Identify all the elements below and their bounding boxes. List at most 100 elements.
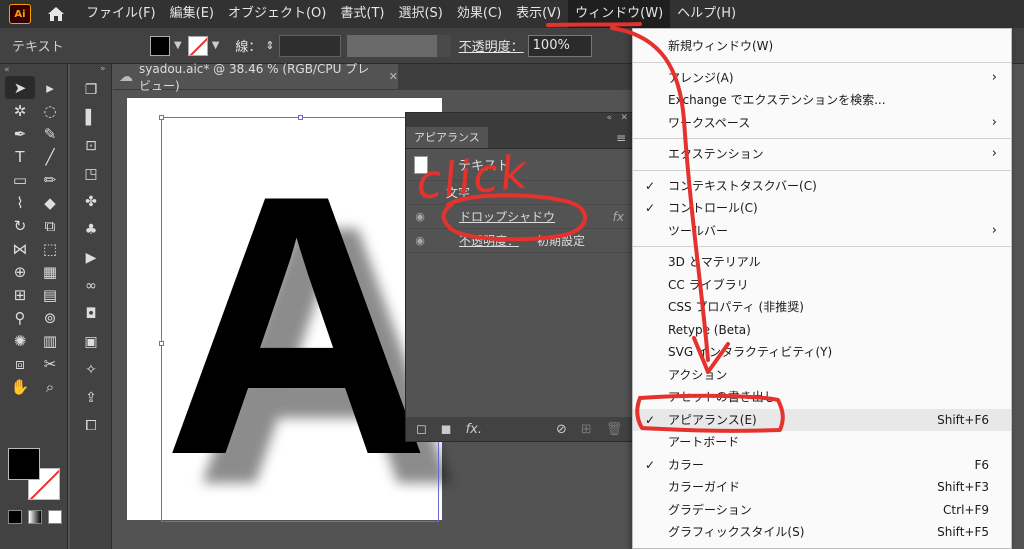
brush-field[interactable] [436,34,451,57]
opacity-input[interactable]: 100% [527,34,592,57]
stroke-weight-field[interactable] [278,34,341,57]
play-icon[interactable]: ▶ [70,244,112,272]
delete-item-icon[interactable]: 🗑 [606,422,623,437]
stroke-swatch[interactable] [187,35,208,56]
opacity-label[interactable]: 不透明度： [459,36,524,55]
menu-item[interactable]: 効果(C) [450,0,509,28]
selection-tool-icon[interactable]: ➤ [5,76,35,99]
variable-width-field[interactable] [346,34,437,57]
close-icon[interactable]: ✕ [620,113,628,123]
resize-handle[interactable] [159,341,164,346]
tab-appearance[interactable]: アピアランス [406,127,488,148]
opacity-row[interactable]: ◉ 不透明度： 初期設定 [406,229,634,253]
fill-swatch[interactable] [150,35,170,56]
artboard-tool-icon[interactable]: ⧈ [5,352,35,375]
properties-panel-icon[interactable]: ▣ [70,328,112,356]
color-mode-icon[interactable] [8,510,22,524]
add-effect-icon[interactable]: fx. [466,422,482,437]
slice-tool-icon[interactable]: ✂ [35,352,65,375]
menu-item[interactable]: 選択(S) [391,0,449,28]
menu-item[interactable]: ファイル(F) [79,0,163,28]
drop-shadow-effect-link[interactable]: ドロップシャドウ [459,208,555,225]
window-menu-item[interactable]: グラフィックスタイル(S) Shift+F5 [633,521,1011,544]
rectangle-tool-icon[interactable]: ▭ [5,168,35,191]
layers-panel-icon[interactable]: ❐ [70,76,112,104]
window-menu-item[interactable]: ワークスペース › [633,112,1011,135]
window-menu-item[interactable]: アセットの書き出し [633,386,1011,409]
links-panel-icon[interactable]: ∞ [70,272,112,300]
close-icon[interactable]: ✕ [389,70,398,83]
window-menu-item[interactable]: アレンジ(A) › [633,67,1011,90]
menu-item[interactable]: ウィンドウ(W) [568,0,671,28]
window-menu-item[interactable]: エクステンション › [633,143,1011,166]
window-menu-item[interactable]: CC ライブラリ [633,274,1011,297]
window-menu-item[interactable]: アートボード [633,431,1011,454]
panel-menu-icon[interactable]: ≡ [616,127,626,148]
window-menu-item[interactable]: ツールバー › [633,220,1011,243]
magic-wand-icon[interactable]: ✲ [5,99,35,122]
direct-selection-tool-icon[interactable]: ▸ [35,76,65,99]
eye-icon[interactable]: ◉ [406,234,434,247]
window-menu-item[interactable]: カラーガイド Shift+F3 [633,476,1011,499]
clear-appearance-icon[interactable]: ⊘ [556,422,567,437]
type-tool-icon[interactable]: T [5,145,35,168]
menu-item[interactable]: 編集(E) [163,0,221,28]
gradient-tool-icon[interactable]: ▤ [35,283,65,306]
window-menu-item[interactable]: アクション [633,364,1011,387]
duplicate-item-icon[interactable]: ⊞ [581,422,592,437]
magic-panel-icon[interactable]: ✧ [70,356,112,384]
fx-icon[interactable]: fx [613,210,624,224]
perspective-grid-icon[interactable]: ▦ [35,260,65,283]
gradient-mode-icon[interactable] [28,510,42,524]
window-menu-item[interactable]: Retype (Beta) [633,319,1011,342]
window-menu-item[interactable]: 3D とマテリアル [633,251,1011,274]
pathfinder-panel-icon[interactable]: ◳ [70,160,112,188]
resize-handle[interactable] [159,115,164,120]
selection-bounding-box[interactable] [159,115,439,522]
mesh-tool-icon[interactable]: ⊞ [5,283,35,306]
expand-icon[interactable]: » [70,64,111,76]
symbols-panel-icon[interactable]: ♣ [70,216,112,244]
collapse-icon[interactable]: « [606,113,612,123]
collapse-icon[interactable]: « [0,64,67,76]
window-menu-item[interactable]: コメント [633,544,1011,549]
stroke-stepper-icon[interactable]: ⇕ [265,39,274,52]
zoom-tool-icon[interactable]: ⌕ [35,375,65,398]
opacity-link[interactable]: 不透明度： [459,232,519,249]
asset-export-icon[interactable]: ⇪ [70,384,112,412]
window-menu-item[interactable]: CSS プロパティ (非推奨) [633,296,1011,319]
window-menu-item[interactable]: ✓ カラー F6 [633,454,1011,477]
transform-panel-icon[interactable]: ⊡ [70,132,112,160]
menu-item[interactable]: 表示(V) [509,0,568,28]
eye-icon[interactable]: ◉ [406,210,434,223]
fill-stroke-widget[interactable] [6,446,64,504]
align-panel-icon[interactable]: ▌ [70,104,112,132]
menu-item[interactable]: 書式(T) [333,0,391,28]
hand-tool-icon[interactable]: ✋ [5,375,35,398]
menu-item[interactable]: ヘルプ(H) [670,0,743,28]
image-trace-icon[interactable]: ⧠ [70,412,112,440]
window-menu-item[interactable]: 新規ウィンドウ(W) [633,35,1011,58]
width-tool-icon[interactable]: ⋈ [5,237,35,260]
window-menu-item[interactable]: ✓ コンテキストタスクバー(C) [633,175,1011,198]
pencil-tool-icon[interactable]: ✏ [35,168,65,191]
line-tool-icon[interactable]: ╱ [35,145,65,168]
lasso-icon[interactable]: ◌ [35,99,65,122]
shape-builder-icon[interactable]: ⊕ [5,260,35,283]
home-icon[interactable] [45,3,67,25]
effect-row[interactable]: ◉ ドロップシャドウ fx [406,205,634,229]
window-menu-item[interactable]: ✓ アピアランス(E) Shift+F6 [633,408,1011,431]
menu-item[interactable]: オブジェクト(O) [221,0,333,28]
window-menu-item[interactable]: ✓ コントロール(C) [633,197,1011,220]
eraser-tool-icon[interactable]: ◆ [35,191,65,214]
symbol-sprayer-icon[interactable]: ✺ [5,329,35,352]
window-menu-item[interactable]: SVG インタラクティビティ(Y) [633,341,1011,364]
chevron-down-icon[interactable]: ▼ [174,40,182,51]
blend-tool-icon[interactable]: ⊚ [35,306,65,329]
panel-header[interactable]: « ✕ [406,113,634,127]
window-menu-item[interactable]: Exchange でエクステンションを検索... [633,89,1011,112]
pen-tool-icon[interactable]: ✒ [5,122,35,145]
rotate-tool-icon[interactable]: ↻ [5,214,35,237]
brushes-panel-icon[interactable]: ✤ [70,188,112,216]
free-transform-icon[interactable]: ⬚ [35,237,65,260]
